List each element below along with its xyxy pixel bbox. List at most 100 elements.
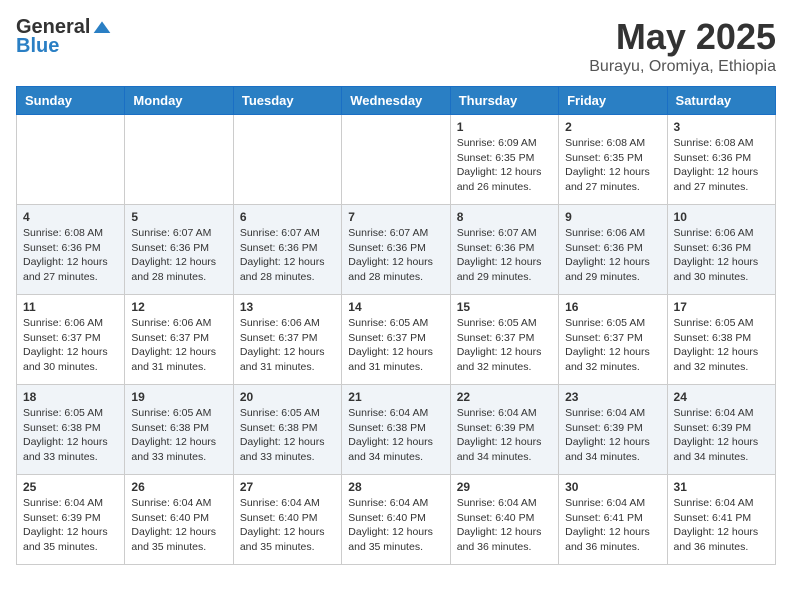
day-number: 5 bbox=[131, 210, 226, 224]
day-number: 2 bbox=[565, 120, 660, 134]
calendar-cell: 1 Sunrise: 6:09 AM Sunset: 6:35 PM Daylig… bbox=[450, 115, 558, 205]
calendar-cell: 16Sunrise: 6:05 AM Sunset: 6:37 PM Dayli… bbox=[559, 295, 667, 385]
calendar-week-row: 18 Sunrise: 6:05 AM Sunset: 6:38 PM Dayli… bbox=[17, 385, 776, 475]
day-number: 10 bbox=[674, 210, 769, 224]
day-number: 8 bbox=[457, 210, 552, 224]
day-info: Sunrise: 6:05 AM Sunset: 6:38 PM Dayligh… bbox=[240, 406, 335, 465]
day-info: Sunrise: 6:04 AM Sunset: 6:40 PM Dayligh… bbox=[240, 496, 335, 555]
day-info: Sunrise: 6:05 AM Sunset: 6:38 PM Dayligh… bbox=[674, 316, 769, 375]
day-number: 27 bbox=[240, 480, 335, 494]
day-number: 16 bbox=[565, 300, 660, 314]
day-info: Sunrise: 6:04 AM Sunset: 6:39 PM Dayligh… bbox=[674, 406, 769, 465]
day-info: Sunrise: 6:05 AM Sunset: 6:38 PM Dayligh… bbox=[23, 406, 118, 465]
day-info: Sunrise: 6:05 AM Sunset: 6:37 PM Dayligh… bbox=[348, 316, 443, 375]
day-info: Sunrise: 6:04 AM Sunset: 6:41 PM Dayligh… bbox=[674, 496, 769, 555]
day-info: Sunrise: 6:04 AM Sunset: 6:40 PM Dayligh… bbox=[131, 496, 226, 555]
day-number: 17 bbox=[674, 300, 769, 314]
day-info: Sunrise: 6:04 AM Sunset: 6:40 PM Dayligh… bbox=[457, 496, 552, 555]
calendar-table: SundayMondayTuesdayWednesdayThursdayFrid… bbox=[16, 86, 776, 565]
calendar-cell: 28Sunrise: 6:04 AM Sunset: 6:40 PM Dayli… bbox=[342, 475, 450, 565]
calendar-cell: 4 Sunrise: 6:08 AM Sunset: 6:36 PM Daylig… bbox=[17, 205, 125, 295]
day-info: Sunrise: 6:08 AM Sunset: 6:35 PM Dayligh… bbox=[565, 136, 660, 195]
day-info: Sunrise: 6:04 AM Sunset: 6:41 PM Dayligh… bbox=[565, 496, 660, 555]
calendar-cell: 27 Sunrise: 6:04 AM Sunset: 6:40 PM Dayli… bbox=[233, 475, 341, 565]
day-number: 6 bbox=[240, 210, 335, 224]
calendar-week-row: 1 Sunrise: 6:09 AM Sunset: 6:35 PM Daylig… bbox=[17, 115, 776, 205]
day-info: Sunrise: 6:06 AM Sunset: 6:37 PM Dayligh… bbox=[131, 316, 226, 375]
calendar-cell: 14 Sunrise: 6:05 AM Sunset: 6:37 PM Dayli… bbox=[342, 295, 450, 385]
day-number: 15 bbox=[457, 300, 552, 314]
calendar-cell: 19 Sunrise: 6:05 AM Sunset: 6:38 PM Dayli… bbox=[125, 385, 233, 475]
calendar-cell: 11Sunrise: 6:06 AM Sunset: 6:37 PM Dayli… bbox=[17, 295, 125, 385]
day-number: 9 bbox=[565, 210, 660, 224]
calendar-header-row: SundayMondayTuesdayWednesdayThursdayFrid… bbox=[17, 87, 776, 115]
day-info: Sunrise: 6:06 AM Sunset: 6:36 PM Dayligh… bbox=[674, 226, 769, 285]
calendar-cell: 10 Sunrise: 6:06 AM Sunset: 6:36 PM Dayli… bbox=[667, 205, 775, 295]
day-info: Sunrise: 6:08 AM Sunset: 6:36 PM Dayligh… bbox=[674, 136, 769, 195]
day-number: 21 bbox=[348, 390, 443, 404]
logo-blue-text: Blue bbox=[16, 35, 59, 58]
day-info: Sunrise: 6:06 AM Sunset: 6:37 PM Dayligh… bbox=[23, 316, 118, 375]
day-info: Sunrise: 6:06 AM Sunset: 6:36 PM Dayligh… bbox=[565, 226, 660, 285]
day-number: 30 bbox=[565, 480, 660, 494]
day-number: 3 bbox=[674, 120, 769, 134]
day-number: 7 bbox=[348, 210, 443, 224]
calendar-cell: 18 Sunrise: 6:05 AM Sunset: 6:38 PM Dayli… bbox=[17, 385, 125, 475]
title-block: May 2025 Burayu, Oromiya, Ethiopia bbox=[589, 16, 776, 76]
day-info: Sunrise: 6:05 AM Sunset: 6:37 PM Dayligh… bbox=[457, 316, 552, 375]
day-number: 14 bbox=[348, 300, 443, 314]
calendar-cell bbox=[17, 115, 125, 205]
day-info: Sunrise: 6:09 AM Sunset: 6:35 PM Dayligh… bbox=[457, 136, 552, 195]
location: Burayu, Oromiya, Ethiopia bbox=[589, 58, 776, 76]
calendar-cell: 31Sunrise: 6:04 AM Sunset: 6:41 PM Dayli… bbox=[667, 475, 775, 565]
calendar-cell: 6 Sunrise: 6:07 AM Sunset: 6:36 PM Daylig… bbox=[233, 205, 341, 295]
day-info: Sunrise: 6:04 AM Sunset: 6:39 PM Dayligh… bbox=[457, 406, 552, 465]
calendar-cell: 25Sunrise: 6:04 AM Sunset: 6:39 PM Dayli… bbox=[17, 475, 125, 565]
calendar-day-header: Wednesday bbox=[342, 87, 450, 115]
calendar-cell: 8 Sunrise: 6:07 AM Sunset: 6:36 PM Daylig… bbox=[450, 205, 558, 295]
calendar-day-header: Monday bbox=[125, 87, 233, 115]
page-header: General Blue May 2025 Burayu, Oromiya, E… bbox=[16, 16, 776, 76]
calendar-cell: 12 Sunrise: 6:06 AM Sunset: 6:37 PM Dayli… bbox=[125, 295, 233, 385]
logo-icon bbox=[92, 18, 112, 38]
day-number: 19 bbox=[131, 390, 226, 404]
calendar-cell: 24 Sunrise: 6:04 AM Sunset: 6:39 PM Dayli… bbox=[667, 385, 775, 475]
calendar-cell: 13Sunrise: 6:06 AM Sunset: 6:37 PM Dayli… bbox=[233, 295, 341, 385]
calendar-week-row: 4 Sunrise: 6:08 AM Sunset: 6:36 PM Daylig… bbox=[17, 205, 776, 295]
month-title: May 2025 bbox=[589, 16, 776, 58]
day-number: 26 bbox=[131, 480, 226, 494]
day-info: Sunrise: 6:08 AM Sunset: 6:36 PM Dayligh… bbox=[23, 226, 118, 285]
calendar-cell: 7 Sunrise: 6:07 AM Sunset: 6:36 PM Daylig… bbox=[342, 205, 450, 295]
day-info: Sunrise: 6:07 AM Sunset: 6:36 PM Dayligh… bbox=[457, 226, 552, 285]
day-number: 25 bbox=[23, 480, 118, 494]
day-number: 28 bbox=[348, 480, 443, 494]
calendar-cell bbox=[125, 115, 233, 205]
day-info: Sunrise: 6:05 AM Sunset: 6:38 PM Dayligh… bbox=[131, 406, 226, 465]
day-number: 22 bbox=[457, 390, 552, 404]
calendar-day-header: Friday bbox=[559, 87, 667, 115]
day-info: Sunrise: 6:06 AM Sunset: 6:37 PM Dayligh… bbox=[240, 316, 335, 375]
day-info: Sunrise: 6:07 AM Sunset: 6:36 PM Dayligh… bbox=[240, 226, 335, 285]
day-number: 4 bbox=[23, 210, 118, 224]
day-info: Sunrise: 6:07 AM Sunset: 6:36 PM Dayligh… bbox=[348, 226, 443, 285]
day-info: Sunrise: 6:07 AM Sunset: 6:36 PM Dayligh… bbox=[131, 226, 226, 285]
day-number: 23 bbox=[565, 390, 660, 404]
calendar-cell: 15 Sunrise: 6:05 AM Sunset: 6:37 PM Dayli… bbox=[450, 295, 558, 385]
day-number: 12 bbox=[131, 300, 226, 314]
calendar-cell: 23Sunrise: 6:04 AM Sunset: 6:39 PM Dayli… bbox=[559, 385, 667, 475]
calendar-cell bbox=[233, 115, 341, 205]
calendar-cell: 29Sunrise: 6:04 AM Sunset: 6:40 PM Dayli… bbox=[450, 475, 558, 565]
logo: General Blue bbox=[16, 16, 112, 58]
calendar-cell: 17 Sunrise: 6:05 AM Sunset: 6:38 PM Dayli… bbox=[667, 295, 775, 385]
day-number: 1 bbox=[457, 120, 552, 134]
day-number: 18 bbox=[23, 390, 118, 404]
day-number: 24 bbox=[674, 390, 769, 404]
calendar-week-row: 25Sunrise: 6:04 AM Sunset: 6:39 PM Dayli… bbox=[17, 475, 776, 565]
calendar-cell: 3 Sunrise: 6:08 AM Sunset: 6:36 PM Daylig… bbox=[667, 115, 775, 205]
calendar-cell bbox=[342, 115, 450, 205]
calendar-cell: 26 Sunrise: 6:04 AM Sunset: 6:40 PM Dayli… bbox=[125, 475, 233, 565]
calendar-week-row: 11Sunrise: 6:06 AM Sunset: 6:37 PM Dayli… bbox=[17, 295, 776, 385]
day-info: Sunrise: 6:04 AM Sunset: 6:38 PM Dayligh… bbox=[348, 406, 443, 465]
calendar-cell: 9 Sunrise: 6:06 AM Sunset: 6:36 PM Daylig… bbox=[559, 205, 667, 295]
calendar-cell: 21 Sunrise: 6:04 AM Sunset: 6:38 PM Dayli… bbox=[342, 385, 450, 475]
